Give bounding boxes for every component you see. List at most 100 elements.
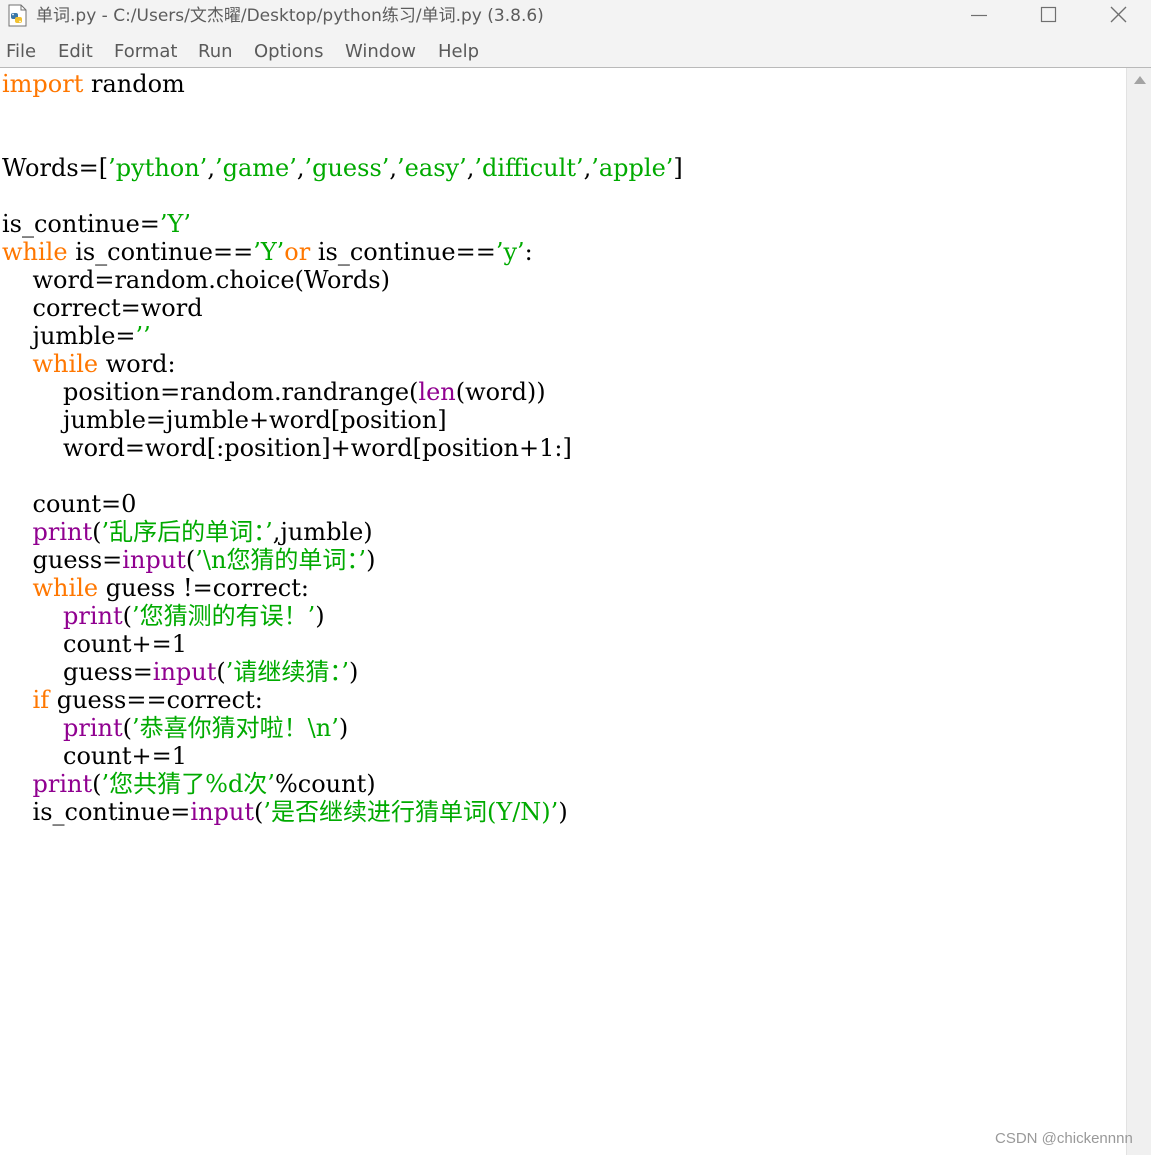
code-line[interactable]: count+=1 [2, 742, 683, 770]
code-token: random [83, 70, 185, 98]
menu-run[interactable]: Run [198, 41, 233, 63]
builtin-token: print [63, 602, 123, 630]
code-token: jumble= [2, 322, 136, 350]
code-token: is_continue== [310, 238, 496, 266]
minimize-button[interactable] [944, 0, 1014, 32]
code-line[interactable]: count+=1 [2, 630, 683, 658]
code-line[interactable]: jumble=’’ [2, 322, 683, 350]
code-line[interactable]: count=0 [2, 490, 683, 518]
code-token: (word)) [455, 378, 546, 406]
string-token: ’\n您猜的单词：’ [195, 546, 367, 574]
code-editor[interactable]: import random Words=[’python’,’game’,’gu… [0, 68, 1126, 1155]
builtin-token: input [122, 546, 186, 574]
code-line[interactable]: print(’恭喜你猜对啦！\n’) [2, 714, 683, 742]
code-token: count+=1 [2, 742, 187, 770]
string-token: ’game’ [214, 154, 297, 182]
code-line[interactable]: print(’您猜测的有误！’) [2, 602, 683, 630]
vertical-scrollbar[interactable] [1126, 68, 1151, 1155]
code-line[interactable]: is_continue=’Y’ [2, 210, 683, 238]
code-token: ( [216, 658, 226, 686]
code-token: %count) [274, 770, 376, 798]
code-token: : [524, 238, 533, 266]
menu-options[interactable]: Options [254, 41, 323, 63]
string-token: ’是否继续进行猜单词(Y/N)’ [263, 798, 559, 826]
code-token: is_continue== [67, 238, 254, 266]
close-button[interactable] [1083, 0, 1151, 32]
code-line[interactable]: while is_continue==’Y’or is_continue==’y… [2, 238, 683, 266]
code-line[interactable] [2, 98, 683, 126]
code-line[interactable]: word=word[:position]+word[position+1:] [2, 434, 683, 462]
code-line[interactable] [2, 462, 683, 490]
builtin-token: input [152, 658, 217, 686]
menu-window[interactable]: Window [345, 41, 416, 63]
string-token: ’乱序后的单词：’ [101, 518, 273, 546]
code-token: Words=[ [2, 154, 109, 182]
string-token: ’’ [135, 322, 151, 350]
close-icon [1110, 6, 1127, 23]
code-token: ] [673, 154, 683, 182]
code-token: count=0 [2, 490, 137, 518]
code-line[interactable] [2, 126, 683, 154]
keyword-token: while [32, 350, 99, 378]
string-token: ’恭喜你猜对啦！\n’ [132, 714, 339, 742]
code-line[interactable]: print(’乱序后的单词：’,jumble) [2, 518, 683, 546]
title-bar[interactable]: 单词.py - C:/Users/文杰曜/Desktop/python练习/单词… [0, 0, 1151, 37]
code-line[interactable]: guess=input(’\n您猜的单词：’) [2, 546, 683, 574]
code-token: word: [98, 350, 176, 378]
builtin-token: print [32, 518, 93, 546]
menu-help[interactable]: Help [438, 41, 479, 63]
builtin-token: print [63, 714, 123, 742]
code-line[interactable]: while word: [2, 350, 683, 378]
code-line[interactable]: word=random.choice(Words) [2, 266, 683, 294]
code-line[interactable]: import random [2, 70, 683, 98]
code-token: word=random.choice(Words) [2, 266, 390, 294]
scroll-up-arrow-icon[interactable] [1134, 76, 1146, 84]
code-token: ( [92, 770, 102, 798]
code-token: ( [92, 518, 102, 546]
maximize-button[interactable] [1013, 0, 1083, 32]
code-line[interactable]: Words=[’python’,’game’,’guess’,’easy’,’d… [2, 154, 683, 182]
maximize-icon [1040, 6, 1057, 23]
code-line[interactable]: jumble=jumble+word[position] [2, 406, 683, 434]
code-text[interactable]: import random Words=[’python’,’game’,’gu… [2, 70, 683, 826]
code-line[interactable]: if guess==correct: [2, 686, 683, 714]
code-line[interactable] [2, 182, 683, 210]
string-token: ’difficult’ [474, 154, 584, 182]
menu-format[interactable]: Format [114, 41, 177, 63]
code-line[interactable]: correct=word [2, 294, 683, 322]
code-token: guess==correct: [49, 686, 263, 714]
menu-bar: File Edit Format Run Options Window Help [0, 37, 1151, 68]
menu-file[interactable]: File [6, 41, 36, 63]
code-line[interactable]: while guess !=correct: [2, 574, 683, 602]
code-token: guess !=correct: [98, 574, 309, 602]
builtin-token: len [418, 378, 456, 406]
code-token: ( [185, 546, 196, 574]
code-line[interactable]: print(’您共猜了%d次’%count) [2, 770, 683, 798]
code-line[interactable]: guess=input(’请继续猜：’) [2, 658, 683, 686]
builtin-token: print [32, 770, 93, 798]
code-line[interactable]: position=random.randrange(len(word)) [2, 378, 683, 406]
code-token: ) [558, 798, 568, 826]
keyword-token: if [32, 686, 50, 714]
watermark: CSDN @chickennnn [995, 1130, 1133, 1147]
code-token: guess= [2, 658, 153, 686]
code-token: ( [122, 602, 133, 630]
string-token: ’guess’ [304, 154, 390, 182]
code-line[interactable]: is_continue=input(’是否继续进行猜单词(Y/N)’) [2, 798, 683, 826]
keyword-token: while [2, 238, 68, 266]
string-token: ’您共猜了%d次’ [101, 770, 275, 798]
code-token: jumble=jumble+word[position] [2, 406, 447, 434]
string-token: ’python’ [108, 154, 208, 182]
idle-editor-window: 单词.py - C:/Users/文杰曜/Desktop/python练习/单词… [0, 0, 1151, 1155]
string-token: ’Y’ [253, 238, 285, 266]
menu-edit[interactable]: Edit [58, 41, 93, 63]
code-token: is_continue= [2, 798, 191, 826]
minimize-icon [971, 14, 987, 17]
